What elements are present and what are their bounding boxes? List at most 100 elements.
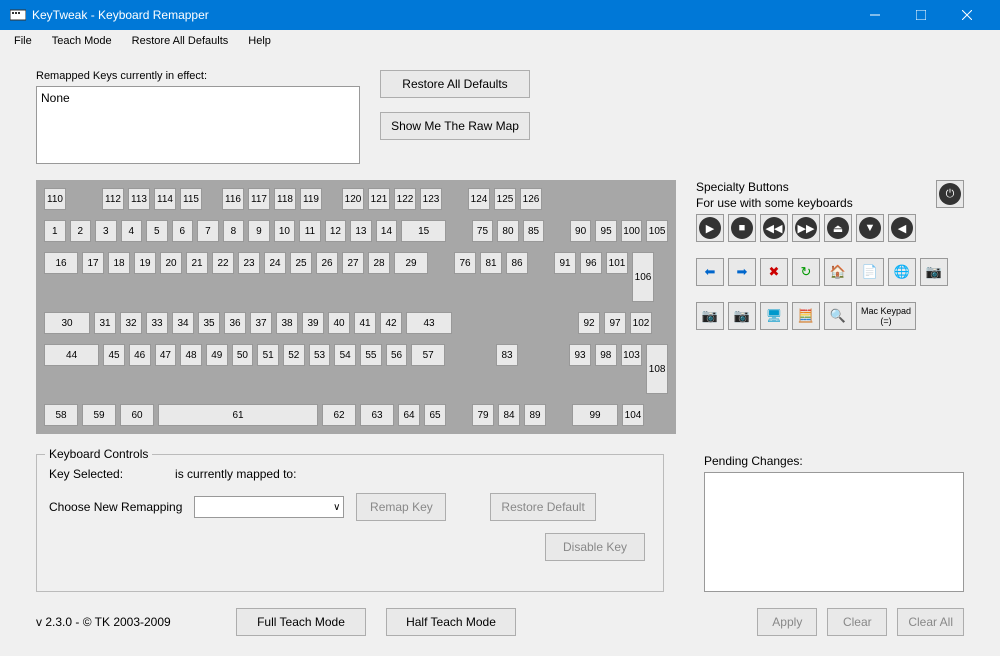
key-28[interactable]: 28 xyxy=(368,252,390,274)
key-8[interactable]: 8 xyxy=(223,220,245,242)
key-27[interactable]: 27 xyxy=(342,252,364,274)
restore-default-button[interactable]: Restore Default xyxy=(490,493,595,521)
key-46[interactable]: 46 xyxy=(129,344,151,366)
key-95[interactable]: 95 xyxy=(595,220,617,242)
key-1[interactable]: 1 xyxy=(44,220,66,242)
key-19[interactable]: 19 xyxy=(134,252,156,274)
key-41[interactable]: 41 xyxy=(354,312,376,334)
key-56[interactable]: 56 xyxy=(386,344,408,366)
key-64[interactable]: 64 xyxy=(398,404,420,426)
key-55[interactable]: 55 xyxy=(360,344,382,366)
restore-all-button[interactable]: Restore All Defaults xyxy=(380,70,530,98)
key-81[interactable]: 81 xyxy=(480,252,502,274)
key-83[interactable]: 83 xyxy=(496,344,518,366)
key-108[interactable]: 108 xyxy=(646,344,668,394)
maximize-button[interactable] xyxy=(898,0,944,30)
key-33[interactable]: 33 xyxy=(146,312,168,334)
media-play-button[interactable]: ▶ xyxy=(696,214,724,242)
key-110[interactable]: 110 xyxy=(44,188,66,210)
key-106[interactable]: 106 xyxy=(632,252,654,302)
app-calc-button[interactable]: 🧮 xyxy=(792,302,820,330)
key-39[interactable]: 39 xyxy=(302,312,324,334)
key-61[interactable]: 61 xyxy=(158,404,318,426)
key-40[interactable]: 40 xyxy=(328,312,350,334)
menu-file[interactable]: File xyxy=(6,33,40,49)
media-down-button[interactable]: ▼ xyxy=(856,214,884,242)
key-25[interactable]: 25 xyxy=(290,252,312,274)
remapped-list[interactable]: None xyxy=(36,86,360,164)
key-6[interactable]: 6 xyxy=(172,220,194,242)
key-53[interactable]: 53 xyxy=(309,344,331,366)
key-21[interactable]: 21 xyxy=(186,252,208,274)
key-124[interactable]: 124 xyxy=(468,188,490,210)
key-114[interactable]: 114 xyxy=(154,188,176,210)
key-36[interactable]: 36 xyxy=(224,312,246,334)
key-48[interactable]: 48 xyxy=(180,344,202,366)
key-116[interactable]: 116 xyxy=(222,188,244,210)
disable-key-button[interactable]: Disable Key xyxy=(545,533,645,561)
key-31[interactable]: 31 xyxy=(94,312,116,334)
key-121[interactable]: 121 xyxy=(368,188,390,210)
key-112[interactable]: 112 xyxy=(102,188,124,210)
key-92[interactable]: 92 xyxy=(578,312,600,334)
media-prev-button[interactable]: ◀◀ xyxy=(760,214,788,242)
key-35[interactable]: 35 xyxy=(198,312,220,334)
full-teach-button[interactable]: Full Teach Mode xyxy=(236,608,366,636)
media-stop-button[interactable]: ■ xyxy=(728,214,756,242)
key-44[interactable]: 44 xyxy=(44,344,99,366)
key-14[interactable]: 14 xyxy=(376,220,398,242)
key-125[interactable]: 125 xyxy=(494,188,516,210)
key-118[interactable]: 118 xyxy=(274,188,296,210)
nav-favorites-button[interactable]: 📄 xyxy=(856,258,884,286)
key-79[interactable]: 79 xyxy=(472,404,494,426)
nav-back-button[interactable]: ⬅ xyxy=(696,258,724,286)
media-mute-button[interactable]: ◀ xyxy=(888,214,916,242)
key-34[interactable]: 34 xyxy=(172,312,194,334)
key-76[interactable]: 76 xyxy=(454,252,476,274)
key-63[interactable]: 63 xyxy=(360,404,394,426)
menu-restore[interactable]: Restore All Defaults xyxy=(124,33,237,49)
nav-refresh-button[interactable]: ↻ xyxy=(792,258,820,286)
key-42[interactable]: 42 xyxy=(380,312,402,334)
key-62[interactable]: 62 xyxy=(322,404,356,426)
key-2[interactable]: 2 xyxy=(70,220,92,242)
specialty-power-button[interactable]: ⏻ xyxy=(936,180,964,208)
key-85[interactable]: 85 xyxy=(523,220,545,242)
clear-button[interactable]: Clear xyxy=(827,608,887,636)
key-5[interactable]: 5 xyxy=(146,220,168,242)
key-30[interactable]: 30 xyxy=(44,312,90,334)
clear-all-button[interactable]: Clear All xyxy=(897,608,964,636)
key-123[interactable]: 123 xyxy=(420,188,442,210)
key-97[interactable]: 97 xyxy=(604,312,626,334)
key-89[interactable]: 89 xyxy=(524,404,546,426)
close-button[interactable] xyxy=(944,0,990,30)
key-50[interactable]: 50 xyxy=(232,344,254,366)
key-90[interactable]: 90 xyxy=(570,220,592,242)
key-115[interactable]: 115 xyxy=(180,188,202,210)
key-96[interactable]: 96 xyxy=(580,252,602,274)
key-91[interactable]: 91 xyxy=(554,252,576,274)
key-86[interactable]: 86 xyxy=(506,252,528,274)
key-47[interactable]: 47 xyxy=(155,344,177,366)
menu-teach[interactable]: Teach Mode xyxy=(44,33,120,49)
key-4[interactable]: 4 xyxy=(121,220,143,242)
key-18[interactable]: 18 xyxy=(108,252,130,274)
key-104[interactable]: 104 xyxy=(622,404,644,426)
key-20[interactable]: 20 xyxy=(160,252,182,274)
apply-button[interactable]: Apply xyxy=(757,608,817,636)
key-12[interactable]: 12 xyxy=(325,220,347,242)
key-37[interactable]: 37 xyxy=(250,312,272,334)
key-43[interactable]: 43 xyxy=(406,312,452,334)
key-3[interactable]: 3 xyxy=(95,220,117,242)
key-45[interactable]: 45 xyxy=(103,344,125,366)
key-59[interactable]: 59 xyxy=(82,404,116,426)
media-next-button[interactable]: ▶▶ xyxy=(792,214,820,242)
app-2-button[interactable]: 📷 xyxy=(728,302,756,330)
key-102[interactable]: 102 xyxy=(630,312,652,334)
key-93[interactable]: 93 xyxy=(569,344,591,366)
nav-forward-button[interactable]: ➡ xyxy=(728,258,756,286)
key-105[interactable]: 105 xyxy=(646,220,668,242)
minimize-button[interactable] xyxy=(852,0,898,30)
media-eject-button[interactable]: ⏏ xyxy=(824,214,852,242)
key-17[interactable]: 17 xyxy=(82,252,104,274)
